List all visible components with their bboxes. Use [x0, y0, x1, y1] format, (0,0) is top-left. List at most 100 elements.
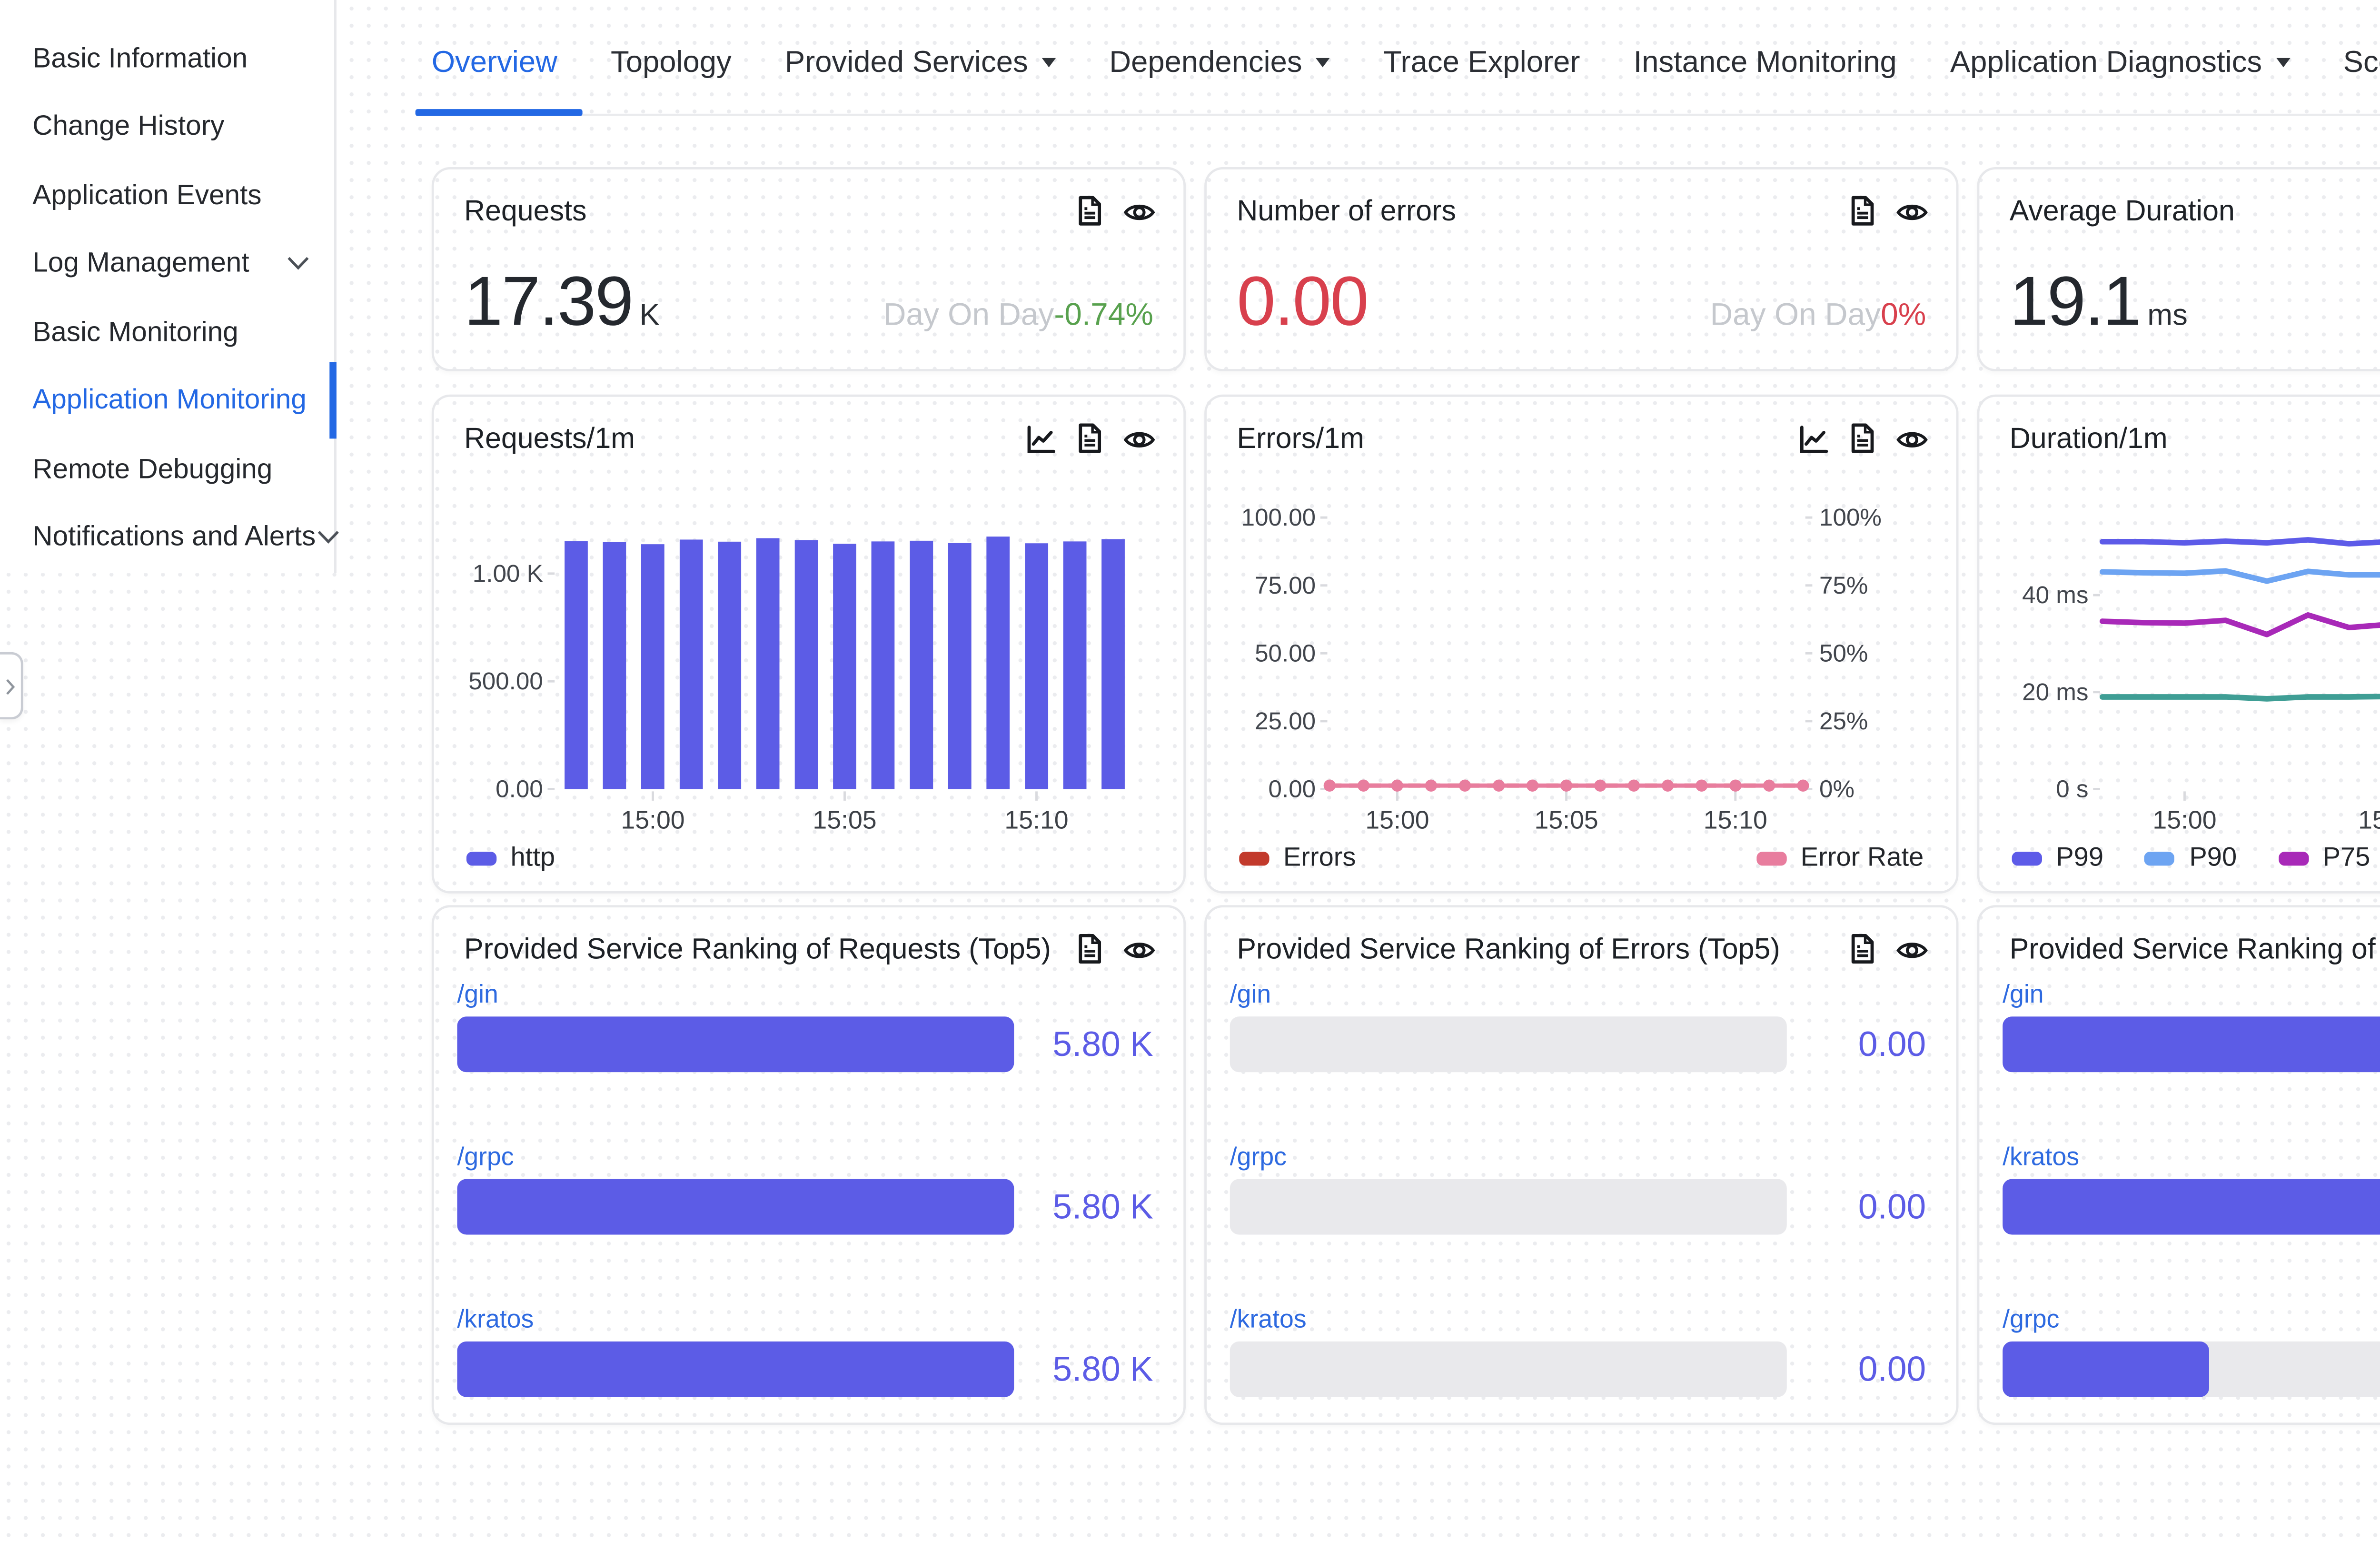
svg-text:100.00: 100.00 — [1241, 504, 1316, 531]
ranking-bar-fill — [2003, 1342, 2209, 1397]
duration-line-chart: 0 s20 ms40 ms15:0015:0515:10 — [1991, 448, 2380, 859]
legend-item-http[interactable]: http — [466, 845, 555, 873]
sidebar-item-log-management[interactable]: Log Management — [0, 229, 334, 297]
sidebar-item-label: Basic Monitoring — [32, 315, 238, 348]
app-viewport: Basic Information Change History Applicati… — [0, 0, 2380, 1541]
chart-legend: http — [466, 845, 1151, 873]
card-title: Requests — [464, 195, 1074, 228]
service-link-grpc[interactable]: /grpc — [2003, 1307, 2059, 1335]
sidebar: Basic Information Change History Applicati… — [0, 0, 337, 573]
card-title: Number of errors — [1237, 195, 1847, 228]
ranking-bar-fill — [457, 1016, 1014, 1072]
tab-overview[interactable]: Overview — [432, 28, 557, 112]
chart-legend: Errors Error Rate — [1239, 845, 1924, 873]
legend-item-errors[interactable]: Errors — [1239, 845, 1356, 873]
chevron-down-icon — [1316, 58, 1330, 74]
chart-card-requests-1m: Requests/1m 0.00500.001.00 K15:0015:0515… — [432, 395, 1186, 894]
service-link-grpc[interactable]: /grpc — [457, 1144, 514, 1172]
card-title: Provided Service Ranking of Requests (To… — [464, 933, 1074, 965]
ranking-item: /gin 0.00 — [1230, 973, 1926, 1073]
service-link-gin[interactable]: /gin — [2003, 982, 2044, 1010]
ranking-bar-track — [457, 1342, 1014, 1397]
service-link-gin[interactable]: /gin — [1230, 982, 1271, 1010]
legend-item-p90[interactable]: P90 — [2145, 845, 2237, 873]
svg-text:15:10: 15:10 — [1004, 805, 1068, 834]
sidebar-item-label: Change History — [32, 109, 224, 142]
tab-label: Provided Services — [785, 44, 1028, 79]
service-link-kratos[interactable]: /kratos — [2003, 1144, 2079, 1172]
sidebar-item-application-monitoring[interactable]: Application Monitoring — [0, 366, 334, 434]
ranking-bar-fill — [457, 1179, 1014, 1235]
sidebar-item-notifications-and-alerts[interactable]: Notifications and Alerts — [0, 502, 334, 571]
tab-trace-explorer[interactable]: Trace Explorer — [1383, 28, 1580, 112]
sidebar-item-basic-information[interactable]: Basic Information — [0, 23, 334, 92]
ranking-bar-fill — [2003, 1016, 2380, 1072]
tab-scenario-based-analysis[interactable]: Scenario-based Analysis — [2343, 28, 2380, 112]
svg-text:25.00: 25.00 — [1255, 707, 1316, 735]
chevron-down-icon — [316, 528, 341, 545]
ranking-value: 5.80 K — [1014, 1350, 1153, 1389]
chart-card-duration-1m: Duration/1m 0 s20 ms40 ms15:0015:0515:10… — [1977, 395, 2380, 894]
svg-text:75%: 75% — [1819, 572, 1868, 599]
sidebar-item-remote-debugging[interactable]: Remote Debugging — [0, 434, 334, 503]
eye-icon[interactable] — [1123, 933, 1156, 965]
ranking-bar-track — [2003, 1342, 2380, 1397]
sidebar-item-application-events[interactable]: Application Events — [0, 160, 334, 229]
stat-compare: Day On Day0% — [1710, 297, 1926, 332]
sidebar-collapse-handle[interactable] — [0, 652, 23, 719]
tab-provided-services[interactable]: Provided Services — [785, 28, 1056, 112]
tab-instance-monitoring[interactable]: Instance Monitoring — [1634, 28, 1897, 112]
service-link-gin[interactable]: /gin — [457, 982, 498, 1010]
stat-card-errors: Number of errors 0.00 Day On Day0% — [1204, 167, 1958, 371]
svg-text:50%: 50% — [1819, 639, 1868, 666]
svg-text:15:00: 15:00 — [1365, 805, 1429, 834]
ranking-item: /kratos 0.00 — [1230, 1297, 1926, 1397]
tab-dependencies[interactable]: Dependencies — [1109, 28, 1330, 112]
card-title: Provided Service Ranking of Errors (Top5… — [1237, 933, 1847, 965]
legend-item-p99[interactable]: P99 — [2012, 845, 2103, 873]
svg-text:75.00: 75.00 — [1255, 572, 1316, 599]
legend-item-p75[interactable]: P75 — [2279, 845, 2370, 873]
sidebar-item-label: Basic Information — [32, 41, 248, 74]
svg-text:20 ms: 20 ms — [2022, 678, 2088, 706]
stat-compare: Day On Day-0.74% — [883, 297, 1153, 332]
chevron-down-icon — [286, 255, 311, 271]
sidebar-item-change-history[interactable]: Change History — [0, 92, 334, 160]
ranking-card-errors: Provided Service Ranking of Errors (Top5… — [1204, 905, 1958, 1425]
eye-icon[interactable] — [1896, 933, 1928, 965]
chevron-down-icon — [1042, 58, 1056, 74]
document-icon[interactable] — [1847, 195, 1877, 228]
eye-icon[interactable] — [1896, 195, 1928, 228]
sidebar-item-basic-monitoring[interactable]: Basic Monitoring — [0, 297, 334, 366]
ranking-bar-track — [1230, 1016, 1787, 1072]
tab-label: Topology — [611, 44, 732, 79]
ranking-item: /kratos 23.4 ms — [2003, 1135, 2380, 1235]
ranking-value: 0.00 — [1787, 1187, 1926, 1227]
chevron-right-icon — [5, 665, 16, 707]
svg-text:15:05: 15:05 — [1535, 805, 1598, 834]
svg-text:15:10: 15:10 — [1704, 805, 1767, 834]
service-link-kratos[interactable]: /kratos — [1230, 1307, 1307, 1335]
document-icon[interactable] — [1847, 933, 1877, 965]
ranking-bar-track — [457, 1016, 1014, 1072]
svg-text:0%: 0% — [1819, 775, 1854, 803]
svg-text:40 ms: 40 ms — [2022, 581, 2088, 608]
ranking-card-average-duration: Provided Service Ranking of Average Dura… — [1977, 905, 2380, 1425]
ranking-bar-track — [1230, 1342, 1787, 1397]
stat-card-requests: Requests 17.39 K Day On Day-0.74% — [432, 167, 1186, 371]
ranking-bar-fill — [2003, 1179, 2380, 1235]
service-link-grpc[interactable]: /grpc — [1230, 1144, 1287, 1172]
eye-icon[interactable] — [1123, 195, 1156, 228]
stat-value: 17.39 — [464, 265, 633, 344]
tab-label: Dependencies — [1109, 44, 1302, 79]
document-icon[interactable] — [1074, 195, 1104, 228]
svg-text:0.00: 0.00 — [1269, 775, 1316, 803]
legend-item-error-rate[interactable]: Error Rate — [1756, 845, 1924, 873]
tab-application-diagnostics[interactable]: Application Diagnostics — [1950, 28, 2290, 112]
ranking-item: /grpc 9.14 ms — [2003, 1297, 2380, 1397]
service-link-kratos[interactable]: /kratos — [457, 1307, 534, 1335]
tab-topology[interactable]: Topology — [611, 28, 732, 112]
sidebar-item-label: Notifications and Alerts — [32, 520, 316, 553]
document-icon[interactable] — [1074, 933, 1104, 965]
ranking-bar-track — [1230, 1179, 1787, 1235]
